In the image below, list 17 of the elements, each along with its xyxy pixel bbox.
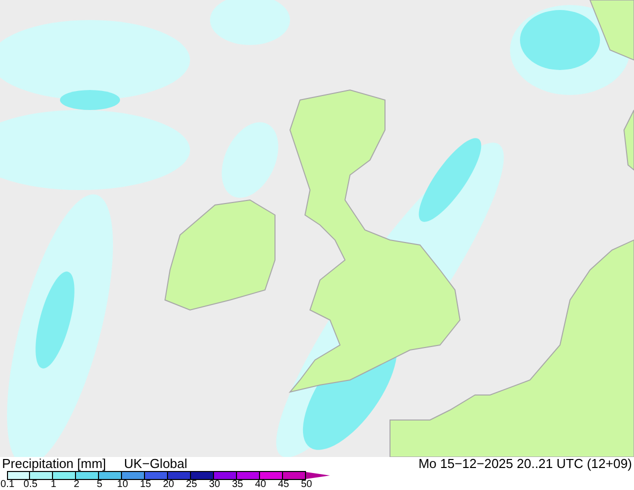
scale-label: 30 — [208, 480, 222, 490]
model-name: UK−Global — [124, 457, 188, 471]
scale-label: 0.5 — [22, 480, 38, 490]
scale-label: 20 — [162, 480, 176, 490]
scale-label: 45 — [276, 480, 290, 490]
scale-label: 0.1 — [0, 480, 16, 490]
scale-label: 50 — [300, 480, 314, 490]
scale-label: 15 — [138, 480, 152, 490]
scale-label: 5 — [96, 480, 104, 490]
valid-time: Mo 15−12−2025 20..21 UTC (12+09) — [418, 457, 632, 471]
legend-title: Precipitation [mm] — [2, 457, 106, 471]
scale-label: 40 — [254, 480, 268, 490]
scale-label: 1 — [50, 480, 58, 490]
scale-label: 10 — [116, 480, 130, 490]
scale-label: 35 — [230, 480, 244, 490]
scale-label: 25 — [184, 480, 198, 490]
scale-label: 2 — [72, 480, 80, 490]
